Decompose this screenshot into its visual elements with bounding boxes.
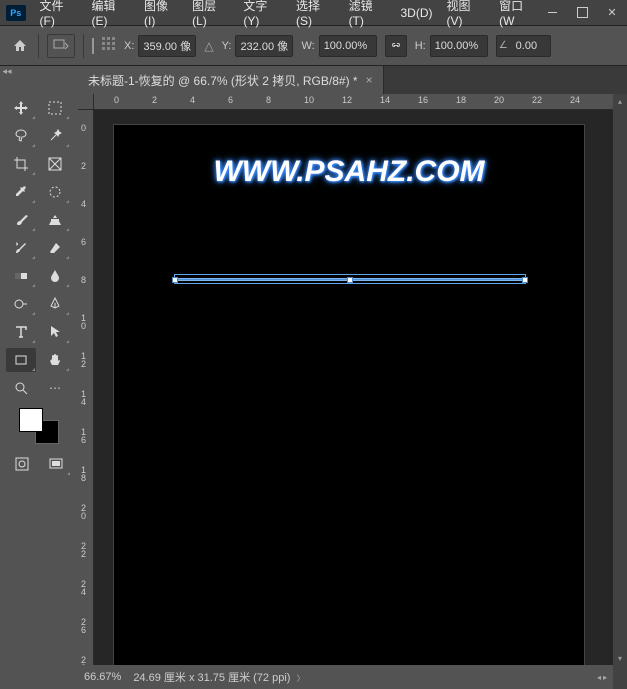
scroll-down-icon[interactable]: ▾ (613, 651, 627, 665)
x-input[interactable] (138, 35, 196, 57)
color-swatches (6, 408, 72, 444)
menu-window[interactable]: 窗口(W (499, 0, 537, 28)
canvas-viewport[interactable]: WWW.PSAHZ.COM (94, 110, 613, 665)
document-tab[interactable]: 未标题-1-恢复的 @ 66.7% (形状 2 拷贝, RGB/8#) * × (78, 66, 384, 94)
edit-toolbar-button[interactable]: ⋯ (40, 376, 70, 400)
foreground-color[interactable] (19, 408, 43, 432)
transform-handle-right[interactable] (522, 277, 528, 283)
angle-input[interactable] (512, 35, 548, 57)
home-button[interactable] (10, 36, 30, 56)
scroll-up-icon[interactable]: ▴ (613, 94, 627, 108)
h-input[interactable] (430, 35, 488, 57)
scroll-left-icon[interactable]: ◂ (597, 673, 601, 682)
angle-icon: ∠ (499, 40, 508, 51)
menu-file[interactable]: 文件(F) (40, 0, 78, 28)
move-tool[interactable] (6, 96, 36, 120)
transform-handle-left[interactable] (172, 277, 178, 283)
reference-point-icon[interactable] (92, 39, 94, 53)
transform-bounding-box[interactable] (174, 274, 526, 284)
menu-3d[interactable]: 3D(D) (401, 6, 433, 20)
rectangle-tool[interactable] (6, 348, 36, 372)
marquee-tool[interactable] (40, 96, 70, 120)
options-bar: X: △ Y: W: H: ∠ (0, 26, 627, 66)
hand-tool[interactable] (40, 348, 70, 372)
ruler-origin[interactable] (78, 94, 94, 110)
status-bar: 66.67% 24.69 厘米 x 31.75 厘米 (72 ppi) 〉 ◂ … (78, 665, 613, 689)
main-menu: 文件(F) 编辑(E) 图像(I) 图层(L) 文字(Y) 选择(S) 滤镜(T… (32, 0, 537, 25)
frame-tool[interactable] (40, 152, 70, 176)
scroll-right-icon[interactable]: ▸ (603, 673, 607, 682)
gradient-tool[interactable] (6, 264, 36, 288)
history-brush-tool[interactable] (6, 236, 36, 260)
dodge-tool[interactable] (6, 292, 36, 316)
transform-mode-button[interactable] (47, 34, 75, 58)
status-chevron-icon[interactable]: 〉 (294, 674, 304, 683)
y-input[interactable] (235, 35, 293, 57)
reference-grid-icon[interactable] (102, 37, 116, 54)
quick-mask-button[interactable] (7, 452, 37, 476)
brush-tool[interactable] (6, 208, 36, 232)
zoom-tool[interactable] (6, 376, 36, 400)
work-area: 024681012141618202224 024681 01 21 41 61… (78, 94, 613, 665)
app-icon: Ps (6, 5, 26, 21)
type-tool[interactable] (6, 320, 36, 344)
y-label: Y: (222, 40, 232, 52)
vertical-scrollbar[interactable]: ▴ ▾ (613, 94, 627, 665)
eyedropper-tool[interactable] (6, 180, 36, 204)
crop-tool[interactable] (6, 152, 36, 176)
vertical-ruler[interactable]: 024681 01 21 41 61 82 02 22 42 62 8 (78, 110, 94, 665)
transform-handle-center[interactable] (347, 277, 353, 283)
spot-healing-tool[interactable] (40, 180, 70, 204)
close-button[interactable] (597, 0, 627, 26)
menu-type[interactable]: 文字(Y) (243, 0, 282, 28)
menu-view[interactable]: 视图(V) (447, 0, 486, 28)
separator (38, 34, 39, 58)
w-label: W: (301, 40, 314, 52)
separator (83, 34, 84, 58)
blur-tool[interactable] (40, 264, 70, 288)
magic-wand-tool[interactable] (40, 124, 70, 148)
clone-stamp-tool[interactable] (40, 208, 70, 232)
zoom-level[interactable]: 66.67% (84, 671, 121, 683)
window-controls (537, 0, 627, 26)
menu-image[interactable]: 图像(I) (144, 0, 178, 28)
menu-layer[interactable]: 图层(L) (192, 0, 229, 28)
document-tabbar: 未标题-1-恢复的 @ 66.7% (形状 2 拷贝, RGB/8#) * × (78, 66, 627, 94)
h-label: H: (415, 40, 426, 52)
path-selection-tool[interactable] (40, 320, 70, 344)
menu-edit[interactable]: 编辑(E) (91, 0, 130, 28)
tab-close-icon[interactable]: × (366, 73, 373, 87)
menu-select[interactable]: 选择(S) (296, 0, 335, 28)
lasso-tool[interactable] (6, 124, 36, 148)
link-icon[interactable] (385, 35, 407, 57)
document-dimensions[interactable]: 24.69 厘米 x 31.75 厘米 (72 ppi) (133, 672, 290, 684)
eraser-tool[interactable] (40, 236, 70, 260)
w-input[interactable] (319, 35, 377, 57)
menu-filter[interactable]: 滤镜(T) (349, 0, 387, 28)
tools-panel: ⋯ (0, 90, 78, 482)
minimize-button[interactable] (537, 0, 567, 26)
canvas[interactable]: WWW.PSAHZ.COM (114, 125, 584, 665)
delta-icon[interactable]: △ (204, 39, 213, 53)
tab-title: 未标题-1-恢复的 @ 66.7% (形状 2 拷贝, RGB/8#) * (88, 72, 358, 89)
expand-panels-icon[interactable]: ◂◂ (0, 66, 14, 76)
scrollbar-corner (613, 665, 627, 689)
screen-mode-button[interactable] (41, 452, 71, 476)
canvas-text: WWW.PSAHZ.COM (114, 155, 584, 189)
maximize-button[interactable] (567, 0, 597, 26)
x-label: X: (124, 40, 134, 52)
pen-tool[interactable] (40, 292, 70, 316)
horizontal-ruler[interactable]: 024681012141618202224 (78, 94, 613, 110)
titlebar: Ps 文件(F) 编辑(E) 图像(I) 图层(L) 文字(Y) 选择(S) 滤… (0, 0, 627, 26)
